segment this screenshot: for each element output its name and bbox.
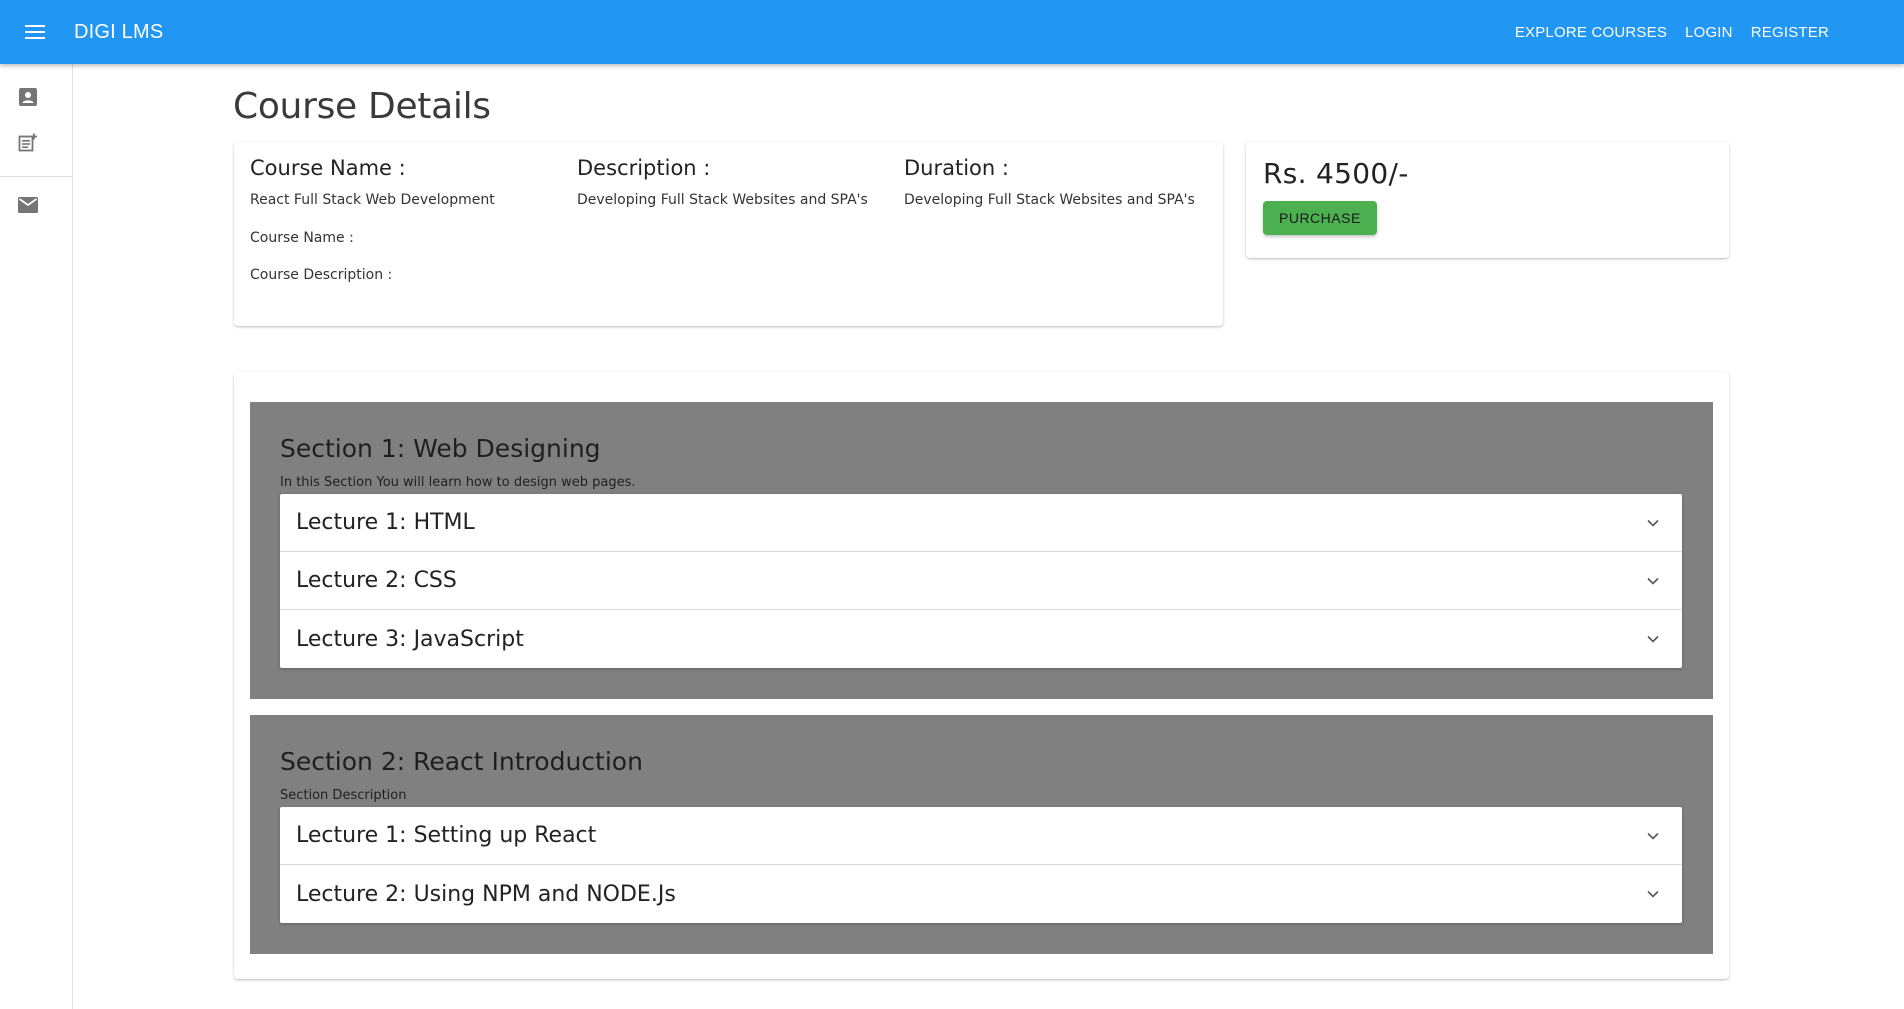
page-title: Course Details	[233, 86, 491, 127]
lecture-item[interactable]: Lecture 1: Setting up React	[280, 807, 1682, 865]
lecture-item[interactable]: Lecture 1: HTML	[280, 494, 1682, 552]
drawer-divider	[0, 176, 72, 177]
app-bar: DIGI LMS EXPLORE COURSES LOGIN REGISTER	[0, 0, 1904, 64]
lecture-title: Lecture 2: CSS	[296, 568, 457, 593]
duration-value: Developing Full Stack Websites and SPA's	[904, 192, 1195, 208]
lecture-list: Lecture 1: Setting up React Lecture 2: U…	[280, 807, 1682, 923]
course-name-label: Course Name :	[250, 156, 406, 180]
top-nav: EXPLORE COURSES LOGIN REGISTER	[1506, 0, 1838, 64]
section-title: Section 2: React Introduction	[280, 747, 643, 776]
lecture-title: Lecture 2: Using NPM and NODE.Js	[296, 881, 676, 907]
lecture-item[interactable]: Lecture 2: Using NPM and NODE.Js	[280, 865, 1682, 923]
nav-explore-courses[interactable]: EXPLORE COURSES	[1506, 14, 1676, 50]
course-sections-card: Section 1: Web Designing In this Section…	[234, 372, 1729, 979]
lecture-title: Lecture 1: Setting up React	[296, 823, 597, 848]
section-title: Section 1: Web Designing	[280, 434, 601, 463]
section-description: In this Section You will learn how to de…	[280, 475, 636, 490]
extra-course-description-label: Course Description :	[250, 267, 393, 283]
chevron-down-icon[interactable]	[1644, 514, 1662, 532]
lecture-title: Lecture 1: HTML	[296, 510, 475, 535]
section-panel: Section 1: Web Designing In this Section…	[250, 402, 1713, 699]
lecture-item[interactable]: Lecture 2: CSS	[280, 552, 1682, 610]
price-card: Rs. 4500/- PURCHASE	[1246, 142, 1729, 258]
chevron-down-icon[interactable]	[1644, 885, 1662, 903]
post-add-icon[interactable]	[15, 130, 41, 156]
lecture-list: Lecture 1: HTML Lecture 2: CSS Lecture 3…	[280, 494, 1682, 668]
lecture-title: Lecture 3: JavaScript	[296, 626, 524, 652]
chevron-down-icon[interactable]	[1644, 630, 1662, 648]
menu-icon[interactable]	[17, 14, 53, 50]
extra-course-name-label: Course Name :	[250, 230, 354, 246]
duration-label: Duration :	[904, 156, 1009, 180]
duration-column: Duration : Developing Full Stack Website…	[904, 156, 1224, 210]
section-panel: Section 2: React Introduction Section De…	[250, 715, 1713, 954]
course-info-card: Course Name : React Full Stack Web Devel…	[234, 142, 1223, 326]
chevron-down-icon[interactable]	[1644, 572, 1662, 590]
nav-login[interactable]: LOGIN	[1676, 14, 1742, 50]
purchase-button[interactable]: PURCHASE	[1263, 201, 1377, 235]
mail-icon[interactable]	[15, 192, 41, 218]
side-drawer	[0, 64, 73, 1009]
brand-title[interactable]: DIGI LMS	[74, 21, 163, 44]
course-name-value: React Full Stack Web Development	[250, 192, 495, 208]
description-column: Description : Developing Full Stack Webs…	[577, 156, 897, 210]
lecture-item[interactable]: Lecture 3: JavaScript	[280, 610, 1682, 668]
chevron-down-icon[interactable]	[1644, 827, 1662, 845]
nav-register[interactable]: REGISTER	[1742, 14, 1838, 50]
account-box-icon[interactable]	[15, 84, 41, 110]
description-value: Developing Full Stack Websites and SPA's	[577, 192, 868, 208]
course-price: Rs. 4500/-	[1263, 157, 1409, 190]
description-label: Description :	[577, 156, 711, 180]
course-name-column: Course Name : React Full Stack Web Devel…	[250, 156, 570, 210]
section-description: Section Description	[280, 788, 407, 803]
